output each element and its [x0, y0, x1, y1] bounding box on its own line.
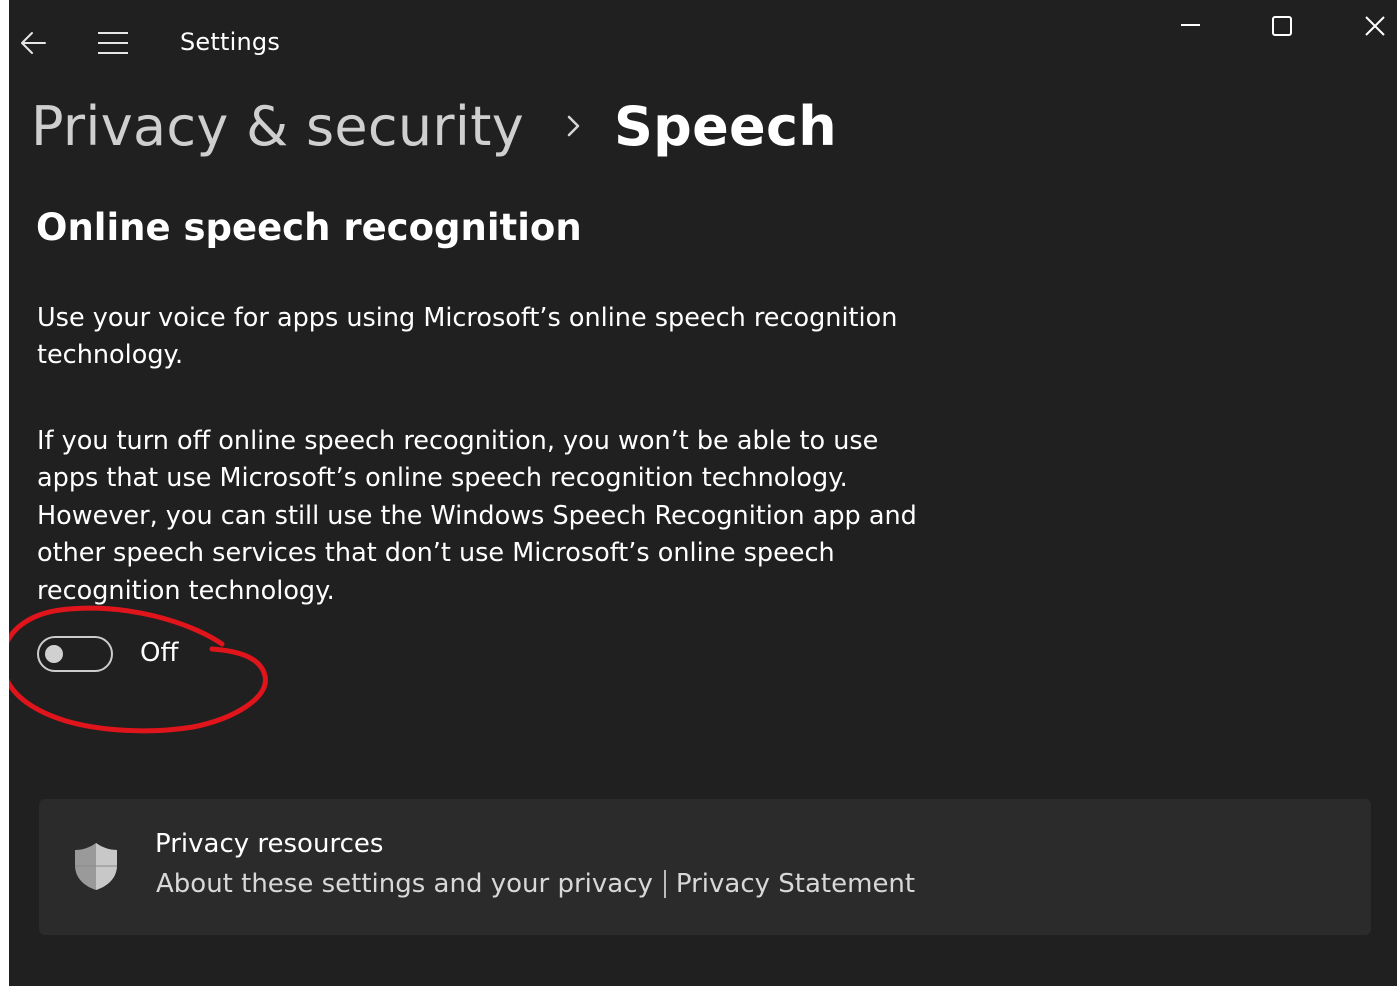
arrow-left-icon — [21, 32, 46, 54]
breadcrumb: Privacy & security Speech — [31, 86, 837, 166]
breadcrumb-parent-link[interactable]: Privacy & security — [31, 95, 524, 158]
about-settings-privacy-link[interactable]: About these settings and your privacy — [156, 869, 653, 899]
back-button[interactable] — [17, 26, 51, 60]
app-title: Settings — [180, 28, 281, 56]
shield-icon — [75, 843, 117, 890]
minimize-icon — [1181, 24, 1200, 26]
page-title: Speech — [613, 94, 838, 158]
navigation-menu-button[interactable] — [95, 26, 131, 60]
privacy-statement-link[interactable]: Privacy Statement — [676, 869, 915, 899]
privacy-links: About these settings and your privacy Pr… — [156, 869, 915, 899]
toggle-knob — [45, 645, 63, 663]
privacy-resources-title: Privacy resources — [155, 829, 384, 859]
online-speech-recognition-toggle[interactable] — [37, 636, 113, 672]
settings-window: Settings Privacy & security Speech Onlin… — [9, 0, 1397, 986]
title-bar: Settings — [9, 0, 1397, 84]
description-text: Use your voice for apps using Microsoft’… — [37, 303, 898, 371]
maximize-icon — [1272, 16, 1292, 36]
section-title: Online speech recognition — [36, 206, 582, 249]
minimize-button[interactable] — [1155, 6, 1225, 50]
link-separator — [663, 870, 666, 898]
close-button[interactable] — [1339, 6, 1397, 50]
close-icon — [1365, 16, 1385, 36]
maximize-button[interactable] — [1247, 6, 1317, 50]
warning-text: If you turn off online speech recognitio… — [37, 426, 917, 606]
toggle-state-label: Off — [140, 638, 179, 668]
chevron-right-icon — [556, 108, 592, 144]
hamburger-menu-icon — [98, 32, 128, 54]
privacy-resources-card: Privacy resources About these settings a… — [39, 799, 1371, 935]
